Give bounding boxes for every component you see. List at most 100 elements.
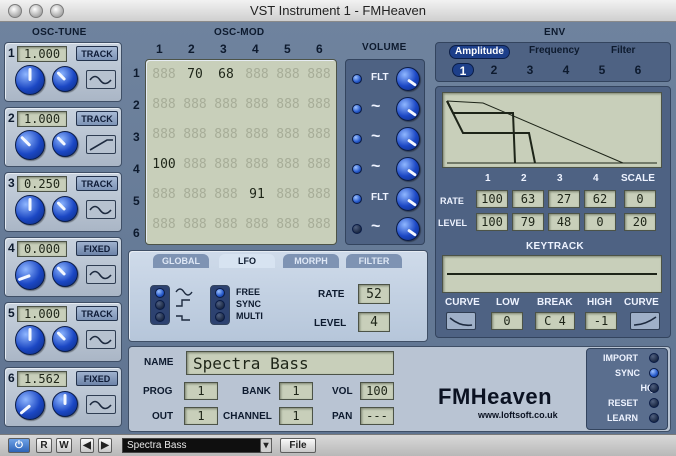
chevron-down-icon[interactable]: ▾ — [260, 438, 272, 453]
preset-select[interactable]: Spectra Bass — [122, 438, 272, 453]
tune-coarse-knob[interactable] — [15, 325, 45, 355]
env-osc-button[interactable]: 1 — [452, 63, 474, 78]
option-import-led[interactable] — [649, 353, 659, 363]
mod-amount-cell[interactable]: 70 — [181, 64, 209, 84]
mod-amount-cell[interactable]: 91 — [243, 184, 271, 204]
mod-amount-cell[interactable]: 888 — [243, 154, 271, 174]
volume-knob[interactable] — [396, 97, 420, 121]
volume-knob[interactable] — [396, 217, 420, 241]
next-preset-icon[interactable]: ▶ — [98, 438, 112, 453]
mod-amount-cell[interactable]: 888 — [243, 64, 271, 84]
power-button[interactable]: ⏻ — [8, 438, 30, 453]
volume-filter-led[interactable] — [352, 74, 362, 84]
track-fixed-toggle[interactable]: TRACK — [76, 111, 118, 126]
envelope-display[interactable] — [442, 92, 662, 168]
env-level-value[interactable]: 79 — [512, 213, 544, 231]
mod-amount-cell[interactable]: 888 — [274, 64, 302, 84]
track-fixed-toggle[interactable]: TRACK — [76, 46, 118, 61]
tune-fine-knob[interactable] — [52, 66, 78, 92]
write-button[interactable]: W — [56, 438, 72, 453]
env-osc-button[interactable]: 5 — [596, 63, 608, 77]
mod-amount-cell[interactable]: 888 — [243, 214, 271, 234]
env-level-value[interactable]: 48 — [548, 213, 580, 231]
mod-amount-cell[interactable]: 888 — [274, 184, 302, 204]
option-sync-led[interactable] — [649, 368, 659, 378]
tune-coarse-knob[interactable] — [15, 390, 45, 420]
tune-value-display[interactable]: 1.000 — [17, 46, 67, 62]
mod-amount-cell[interactable]: 888 — [212, 94, 240, 114]
mod-amount-cell[interactable]: 888 — [181, 184, 209, 204]
curve-right-button[interactable] — [630, 312, 660, 330]
mod-amount-cell[interactable]: 888 — [212, 154, 240, 174]
volume-filter-led[interactable] — [352, 194, 362, 204]
mod-amount-cell[interactable]: 888 — [150, 184, 178, 204]
keytrack-break-value[interactable]: C 4 — [535, 312, 575, 330]
waveform-selector[interactable] — [86, 135, 116, 154]
mod-amount-cell[interactable]: 888 — [274, 124, 302, 144]
env-rate-value[interactable]: 63 — [512, 190, 544, 208]
mod-amount-cell[interactable]: 888 — [274, 154, 302, 174]
mod-amount-cell[interactable]: 888 — [212, 124, 240, 144]
lfo-tab[interactable]: GLOBAL — [153, 254, 209, 268]
env-osc-button[interactable]: 4 — [560, 63, 572, 77]
prev-preset-icon[interactable]: ◀ — [80, 438, 94, 453]
waveform-selector[interactable] — [86, 265, 116, 284]
lfo-level-value[interactable]: 4 — [358, 312, 390, 332]
env-rate-value[interactable]: 62 — [584, 190, 616, 208]
tune-fine-knob[interactable] — [52, 131, 78, 157]
tune-value-display[interactable]: 1.000 — [17, 111, 67, 127]
volume-knob[interactable] — [396, 67, 420, 91]
track-fixed-toggle[interactable]: TRACK — [76, 306, 118, 321]
lfo-wave-led[interactable] — [155, 312, 165, 322]
mod-amount-cell[interactable]: 888 — [305, 64, 333, 84]
tune-fine-knob[interactable] — [52, 261, 78, 287]
env-level-value[interactable]: 100 — [476, 213, 508, 231]
preset-channel-value[interactable]: 1 — [279, 407, 313, 425]
env-osc-button[interactable]: 2 — [488, 63, 500, 77]
preset-prog-value[interactable]: 1 — [184, 382, 218, 400]
volume-filter-led[interactable] — [352, 224, 362, 234]
env-rate-value[interactable]: 100 — [476, 190, 508, 208]
preset-bank-value[interactable]: 1 — [279, 382, 313, 400]
tune-fine-knob[interactable] — [52, 326, 78, 352]
env-level-value[interactable]: 0 — [584, 213, 616, 231]
mod-amount-cell[interactable]: 888 — [181, 154, 209, 174]
env-tab[interactable]: Filter — [606, 45, 640, 59]
option-reset-led[interactable] — [649, 398, 659, 408]
option-hq-led[interactable] — [649, 383, 659, 393]
preset-vol-value[interactable]: 100 — [360, 382, 394, 400]
lfo-tab[interactable]: FILTER — [346, 254, 402, 268]
mod-amount-cell[interactable]: 888 — [212, 214, 240, 234]
mod-amount-cell[interactable]: 888 — [181, 94, 209, 114]
preset-name-field[interactable]: Spectra Bass — [186, 351, 394, 375]
tune-value-display[interactable]: 0.250 — [17, 176, 67, 192]
mod-amount-cell[interactable]: 888 — [305, 124, 333, 144]
waveform-selector[interactable] — [86, 200, 116, 219]
mod-amount-cell[interactable]: 888 — [150, 64, 178, 84]
option-learn-led[interactable] — [649, 413, 659, 423]
lfo-rate-value[interactable]: 52 — [358, 284, 390, 304]
mod-amount-cell[interactable]: 888 — [305, 184, 333, 204]
mod-amount-cell[interactable]: 888 — [150, 124, 178, 144]
waveform-selector[interactable] — [86, 395, 116, 414]
volume-knob[interactable] — [396, 127, 420, 151]
volume-knob[interactable] — [396, 187, 420, 211]
lfo-mode-led[interactable] — [215, 288, 225, 298]
mod-amount-cell[interactable]: 888 — [305, 94, 333, 114]
lfo-mode-led[interactable] — [215, 300, 225, 310]
mod-amount-cell[interactable]: 888 — [243, 124, 271, 144]
keytrack-high-value[interactable]: -1 — [585, 312, 617, 330]
env-osc-button[interactable]: 6 — [632, 63, 644, 77]
preset-pan-value[interactable]: --- — [360, 407, 394, 425]
tune-value-display[interactable]: 1.562 — [17, 371, 67, 387]
lfo-tab[interactable]: MORPH — [283, 254, 339, 268]
mod-amount-cell[interactable]: 100 — [150, 154, 178, 174]
track-fixed-toggle[interactable]: FIXED — [76, 241, 118, 256]
mod-amount-cell[interactable]: 888 — [150, 214, 178, 234]
mod-amount-cell[interactable]: 68 — [212, 64, 240, 84]
tune-coarse-knob[interactable] — [15, 195, 45, 225]
volume-knob[interactable] — [396, 157, 420, 181]
tune-value-display[interactable]: 0.000 — [17, 241, 67, 257]
env-rate-value[interactable]: 27 — [548, 190, 580, 208]
waveform-selector[interactable] — [86, 70, 116, 89]
